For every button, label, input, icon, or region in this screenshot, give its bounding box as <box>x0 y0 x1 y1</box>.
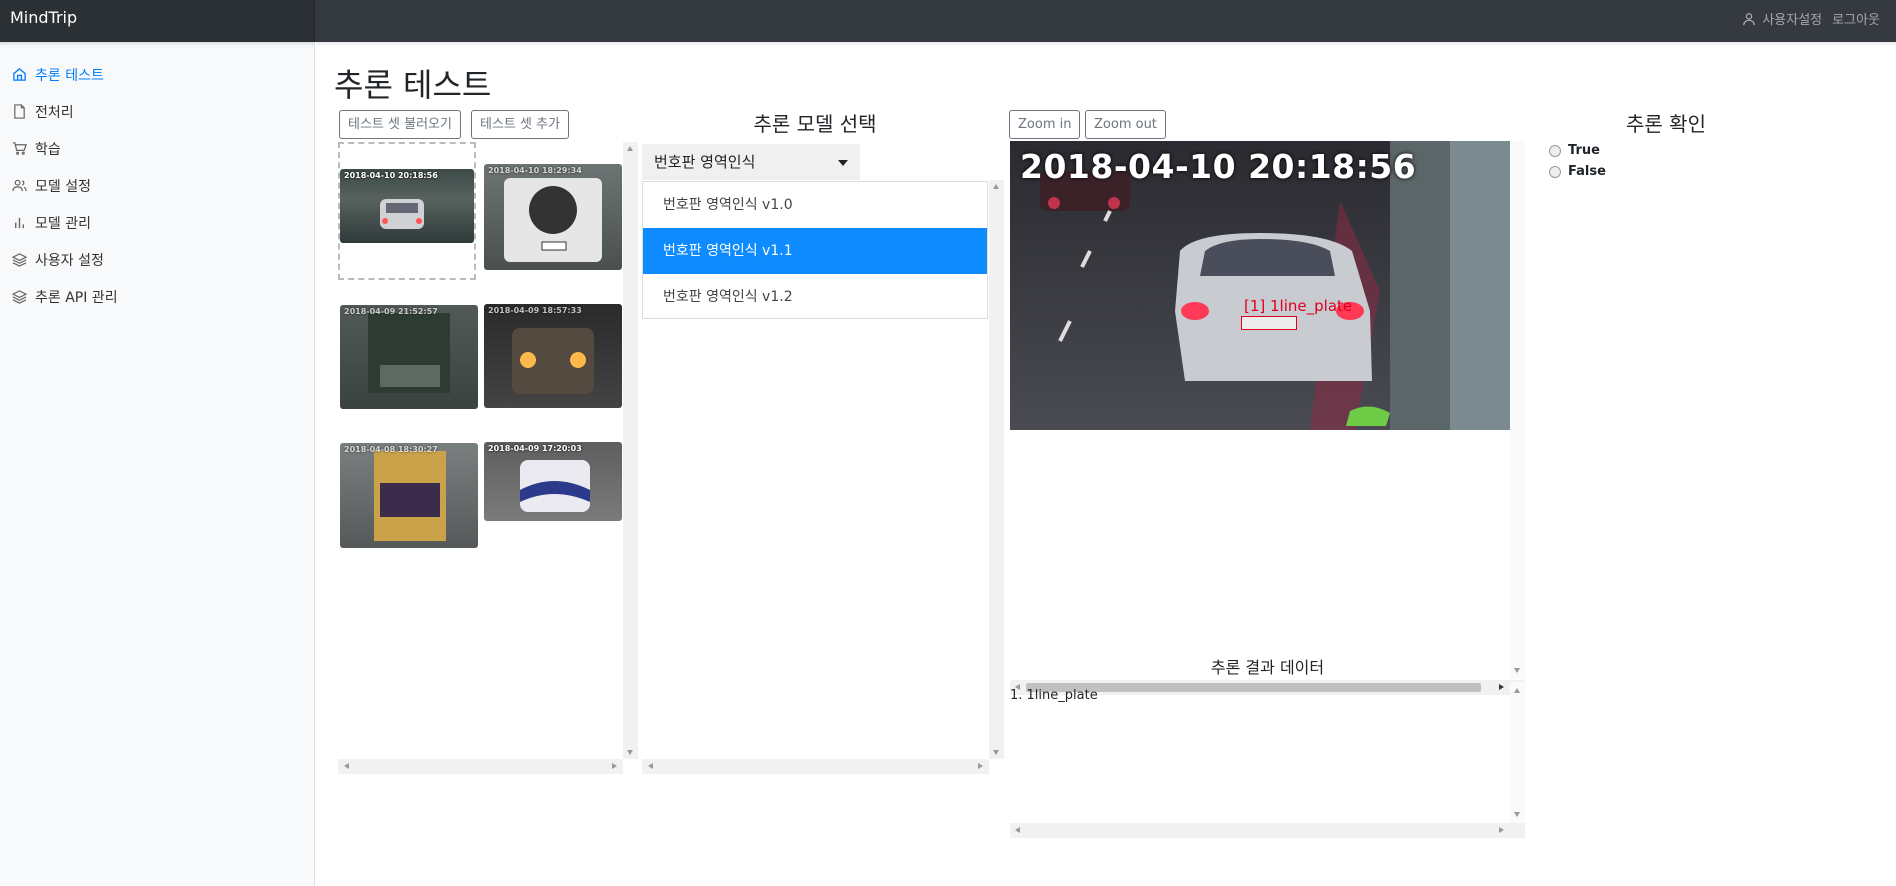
model-select-menu: 번호판 영역인식 v1.0 번호판 영역인식 v1.1 번호판 영역인식 v1.… <box>642 181 988 319</box>
user-settings-link[interactable]: 사용자설정 <box>1762 9 1822 28</box>
sidebar-item-label: 전처리 <box>35 104 74 121</box>
sidebar-item-training[interactable]: 학습 <box>0 130 314 167</box>
model-select-current: 번호판 영역인식 <box>654 153 756 171</box>
sidebar-item-label: 모델 설정 <box>35 178 91 195</box>
model-vertical-scrollbar[interactable] <box>989 180 1004 759</box>
model-option-v1-0[interactable]: 번호판 영역인식 v1.0 <box>643 182 987 228</box>
top-right-menu: 사용자설정 로그아웃 <box>1742 9 1880 28</box>
sidebar-item-user-settings[interactable]: 사용자 설정 <box>0 241 314 278</box>
sidebar-item-label: 추론 테스트 <box>35 67 104 84</box>
thumbnail-5[interactable]: 2018-04-08 18:30:27 <box>340 443 478 548</box>
radio-circle-icon[interactable] <box>1549 165 1561 178</box>
bus-image-icon <box>374 451 446 541</box>
result-text: 1. 1line_plate <box>1010 688 1098 703</box>
caret-down-icon <box>838 160 848 166</box>
testset-vertical-scrollbar[interactable] <box>623 142 638 759</box>
radio-label: True <box>1568 143 1600 158</box>
bounding-box <box>1241 316 1297 330</box>
confirm-title: 추론 확인 <box>1626 112 1706 136</box>
brand-logo[interactable]: MindTrip <box>0 0 315 42</box>
police-car-image-icon <box>520 460 590 512</box>
testset-thumbnail-panel[interactable]: 2018-04-10 20:18:56 2018-04-10 18:29:34 … <box>338 142 636 774</box>
thumbnail-6[interactable]: 2018-04-09 17:20:03 <box>484 442 622 521</box>
page-title: 추론 테스트 <box>334 66 492 104</box>
sidebar-nav: 추론 테스트 전처리 학습 모델 설정 모델 관리 사용자 설정 추론 API … <box>0 42 314 315</box>
sidebar-item-label: 추론 API 관리 <box>35 289 118 306</box>
sidebar-item-label: 모델 관리 <box>35 215 91 232</box>
layers-icon <box>12 290 27 304</box>
sidebar-item-inference-test[interactable]: 추론 테스트 <box>0 56 314 93</box>
users-icon <box>12 179 27 192</box>
radio-circle-icon[interactable] <box>1549 144 1561 157</box>
jeep-image-icon <box>504 178 602 262</box>
logout-link[interactable]: 로그아웃 <box>1832 9 1880 28</box>
sidebar-item-label: 학습 <box>35 141 61 158</box>
inference-image-viewer[interactable]: 2018-04-10 20:18:56 [1] 1line_plate <box>1010 141 1510 430</box>
testset-horizontal-scrollbar[interactable] <box>338 759 623 774</box>
confirm-false-radio[interactable]: False <box>1549 164 1606 179</box>
viewer-vertical-scrollbar[interactable] <box>1510 141 1525 679</box>
thumbnail-timestamp: 2018-04-10 18:29:34 <box>488 166 582 175</box>
sidebar-item-preprocess[interactable]: 전처리 <box>0 93 314 130</box>
zoom-in-button[interactable]: Zoom in <box>1009 110 1081 139</box>
sidebar-item-model-settings[interactable]: 모델 설정 <box>0 167 314 204</box>
zoom-out-button[interactable]: Zoom out <box>1085 110 1166 139</box>
model-select-title: 추론 모델 선택 <box>753 112 877 136</box>
thumbnail-timestamp: 2018-04-10 20:18:56 <box>344 171 438 180</box>
load-testset-button[interactable]: 테스트 셋 불러오기 <box>339 110 461 139</box>
thumbnail-timestamp: 2018-04-09 17:20:03 <box>488 444 582 453</box>
sidebar: 추론 테스트 전처리 학습 모델 설정 모델 관리 사용자 설정 추론 API … <box>0 42 315 886</box>
result-vertical-scrollbar[interactable] <box>1510 682 1525 823</box>
top-navbar: MindTrip 사용자설정 로그아웃 <box>0 0 1896 42</box>
thumbnail-timestamp: 2018-04-09 18:57:33 <box>488 306 582 315</box>
layers-icon <box>12 253 27 267</box>
sidebar-item-label: 사용자 설정 <box>35 252 104 269</box>
model-option-v1-2[interactable]: 번호판 영역인식 v1.2 <box>643 274 987 320</box>
thumbnail-2[interactable]: 2018-04-10 18:29:34 <box>484 164 622 270</box>
thumbnail-timestamp: 2018-04-09 21:52:57 <box>344 307 438 316</box>
sidebar-item-model-management[interactable]: 모델 관리 <box>0 204 314 241</box>
file-icon <box>14 104 25 119</box>
result-horizontal-scrollbar[interactable] <box>1010 823 1525 838</box>
bar-chart-icon <box>15 217 24 229</box>
radio-label: False <box>1568 164 1606 179</box>
truck-image-icon <box>368 313 450 393</box>
thumbnail-4[interactable]: 2018-04-09 18:57:33 <box>484 304 622 408</box>
sidebar-item-inference-api[interactable]: 추론 API 관리 <box>0 278 314 315</box>
thumbnail-3[interactable]: 2018-04-09 21:52:57 <box>340 305 478 409</box>
confirm-true-radio[interactable]: True <box>1549 143 1600 158</box>
cart-icon <box>12 142 27 155</box>
result-title: 추론 결과 데이터 <box>1210 658 1325 677</box>
main-content: 추론 테스트 테스트 셋 불러오기 테스트 셋 추가 2018-04-10 20… <box>316 42 1896 886</box>
add-testset-button[interactable]: 테스트 셋 추가 <box>471 110 570 139</box>
model-select-dropdown[interactable]: 번호판 영역인식 <box>642 144 860 180</box>
viewer-timestamp: 2018-04-10 20:18:56 <box>1020 147 1417 186</box>
thumbnail-1[interactable]: 2018-04-10 20:18:56 <box>340 169 474 243</box>
model-horizontal-scrollbar[interactable] <box>642 759 989 774</box>
suv-image-icon <box>512 328 594 394</box>
model-option-v1-1[interactable]: 번호판 영역인식 v1.1 <box>643 228 987 274</box>
bbox-label: [1] 1line_plate <box>1244 297 1353 315</box>
car-image-icon <box>380 199 424 229</box>
user-icon <box>1743 12 1756 25</box>
home-icon <box>13 68 26 81</box>
thumbnail-timestamp: 2018-04-08 18:30:27 <box>344 445 438 454</box>
